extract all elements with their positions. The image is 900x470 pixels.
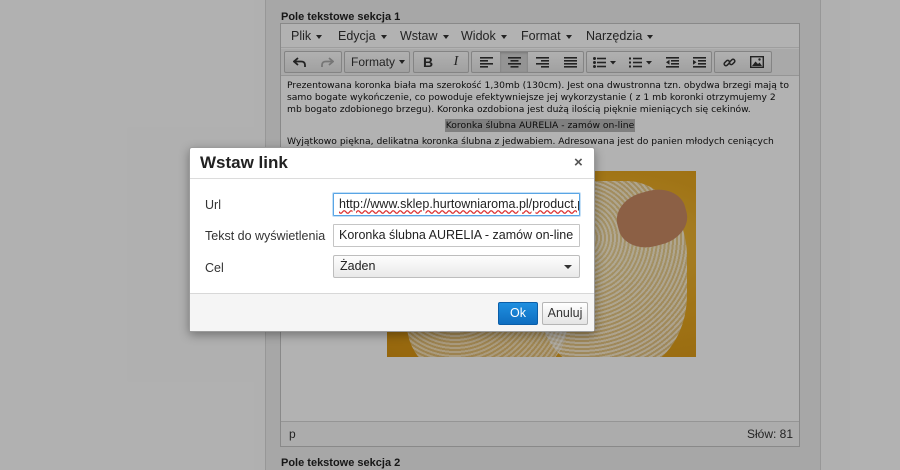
url-value: http://www.sklep.hurtowniaroma.pl/produc… <box>339 197 579 211</box>
dialog-title: Wstaw link <box>200 153 288 172</box>
display-text-label: Tekst do wyświetlenia <box>205 229 326 243</box>
display-text-field[interactable]: Koronka ślubna AURELIA - zamów on-line <box>333 224 580 247</box>
target-selected-value: Żaden <box>340 259 376 273</box>
url-label: Url <box>205 198 221 212</box>
display-text-value: Koronka ślubna AURELIA - zamów on-line <box>339 228 574 242</box>
insert-link-dialog: Wstaw link × Url http://www.sklep.hurtow… <box>189 147 595 332</box>
target-select[interactable]: Żaden <box>333 255 580 278</box>
dialog-header-divider <box>190 178 594 179</box>
cancel-button[interactable]: Anuluj <box>542 302 588 325</box>
dialog-footer: Ok Anuluj <box>190 293 594 331</box>
chevron-down-icon <box>564 265 572 269</box>
url-field[interactable]: http://www.sklep.hurtowniaroma.pl/produc… <box>333 193 580 216</box>
close-icon[interactable]: × <box>574 154 583 171</box>
ok-button[interactable]: Ok <box>498 302 538 325</box>
target-label: Cel <box>205 261 224 275</box>
